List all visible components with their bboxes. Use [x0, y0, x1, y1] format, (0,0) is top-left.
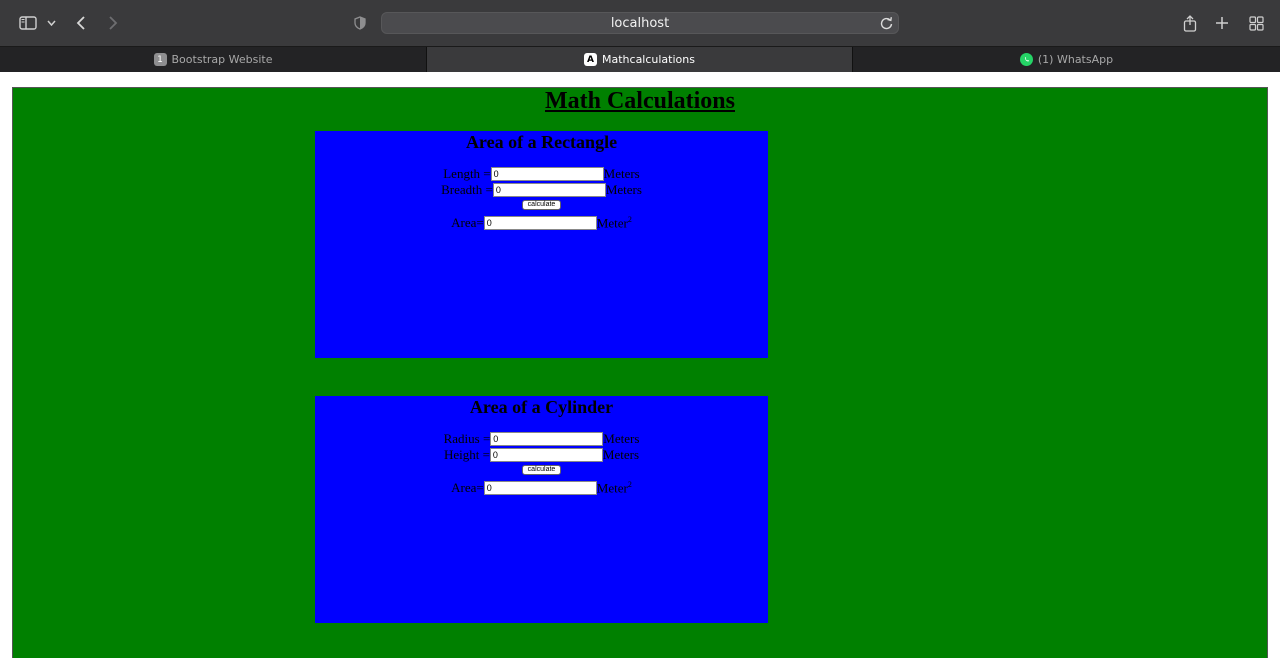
- address-bar[interactable]: localhost: [381, 12, 899, 34]
- tab-bar: 1 Bootstrap Website A Mathcalculations (…: [0, 46, 1280, 72]
- tab-mathcalculations[interactable]: A Mathcalculations: [427, 47, 852, 72]
- area-unit-exponent: 2: [627, 479, 632, 489]
- whatsapp-icon: [1019, 53, 1033, 66]
- sidebar-toggle-icon[interactable]: [16, 0, 40, 46]
- rectangle-panel: Area of a Rectangle Length = Meters Brea…: [315, 131, 768, 358]
- rectangle-area-row: Area= Meter2: [315, 215, 768, 231]
- tab-label: Bootstrap Website: [171, 53, 273, 66]
- cylinder-panel: Area of a Cylinder Radius = Meters Heigh…: [315, 396, 768, 623]
- length-input[interactable]: [490, 167, 604, 181]
- cylinder-area-row: Area= Meter2: [315, 480, 768, 496]
- height-label: Height =: [443, 447, 490, 462]
- area-label: Area=: [451, 215, 484, 230]
- tab-overview-icon[interactable]: [1246, 0, 1266, 46]
- tab-bootstrap-website[interactable]: 1 Bootstrap Website: [0, 47, 426, 72]
- angular-logo-icon: A: [584, 53, 597, 66]
- cylinder-area-output[interactable]: [483, 481, 597, 495]
- length-unit: Meters: [603, 166, 640, 181]
- radius-row: Radius = Meters: [315, 431, 768, 447]
- breadth-input[interactable]: [492, 183, 606, 197]
- calculate-row: calculate: [315, 464, 768, 476]
- rectangle-heading: Area of a Rectangle: [465, 132, 618, 152]
- back-icon[interactable]: [72, 0, 90, 46]
- tab-whatsapp[interactable]: (1) WhatsApp: [853, 47, 1280, 72]
- cylinder-calculate-button[interactable]: calculate: [521, 465, 562, 475]
- privacy-shield-icon[interactable]: [352, 0, 368, 46]
- height-input[interactable]: [489, 448, 603, 462]
- height-unit: Meters: [602, 447, 640, 462]
- area-label: Area=: [451, 480, 484, 495]
- tab-label: (1) WhatsApp: [1037, 53, 1114, 66]
- tab-number-icon: 1: [153, 53, 167, 66]
- height-row: Height = Meters: [315, 447, 768, 463]
- page-title: Math Calculations: [544, 88, 735, 114]
- calculate-row: calculate: [315, 199, 768, 211]
- address-bar-url: localhost: [610, 16, 670, 31]
- reload-icon[interactable]: [880, 16, 893, 35]
- length-row: Length = Meters: [315, 166, 768, 182]
- new-tab-icon[interactable]: [1213, 0, 1231, 46]
- breadth-unit: Meters: [605, 182, 642, 197]
- rectangle-calculate-button[interactable]: calculate: [521, 200, 562, 210]
- radius-label: Radius =: [443, 431, 491, 446]
- cylinder-heading: Area of a Cylinder: [469, 397, 614, 417]
- breadth-row: Breadth = Meters: [315, 182, 768, 198]
- area-unit: Meter2: [597, 480, 632, 496]
- length-label: Length =: [443, 166, 491, 181]
- area-unit-text: Meter: [596, 215, 628, 231]
- area-unit: Meter2: [597, 215, 632, 231]
- chevron-down-icon[interactable]: [44, 0, 58, 46]
- page-content: Math Calculations Area of a Rectangle Le…: [12, 87, 1268, 658]
- radius-unit: Meters: [603, 431, 640, 446]
- tab-label: Mathcalculations: [602, 53, 695, 66]
- rectangle-area-output[interactable]: [483, 216, 597, 230]
- area-unit-text: Meter: [596, 480, 628, 496]
- browser-toolbar: localhost: [0, 0, 1280, 46]
- breadth-label: Breadth =: [441, 182, 493, 197]
- share-icon[interactable]: [1181, 0, 1199, 46]
- radius-input[interactable]: [490, 432, 604, 446]
- area-unit-exponent: 2: [627, 214, 632, 224]
- forward-icon[interactable]: [104, 0, 122, 46]
